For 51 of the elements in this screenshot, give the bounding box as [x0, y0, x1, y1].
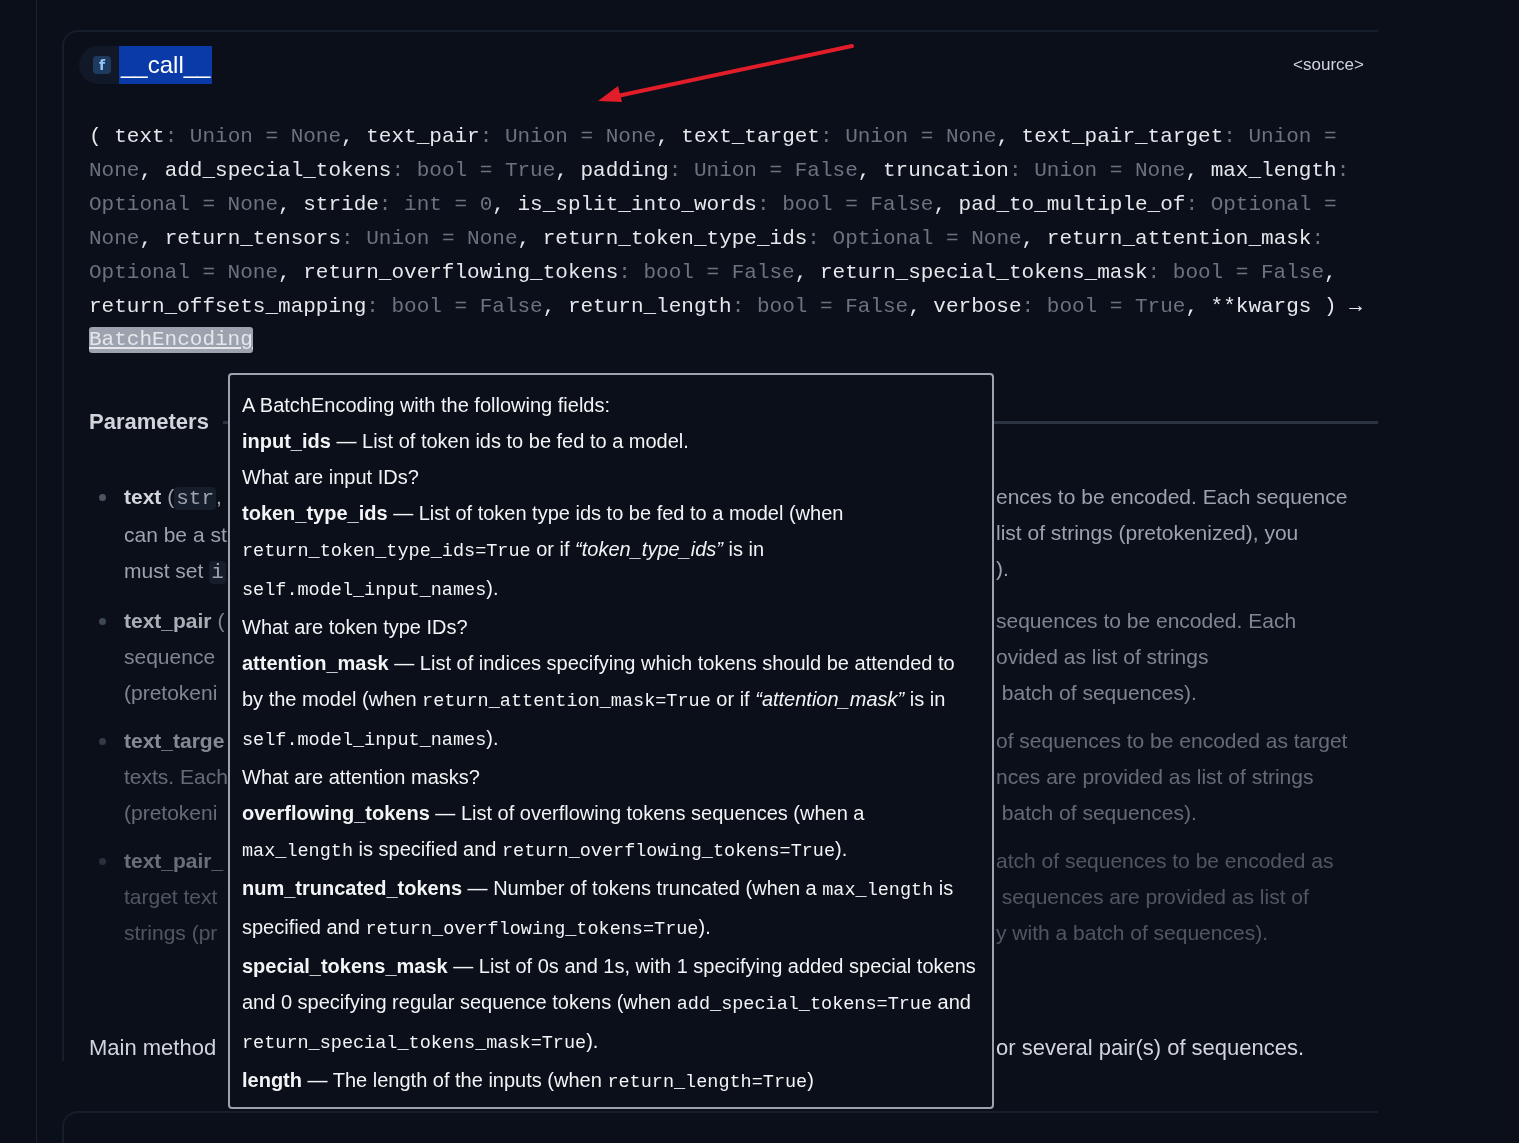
- parameter-text: text_targe: [124, 728, 226, 754]
- description-text: or several pair(s) of sequences.: [996, 1035, 1306, 1061]
- parameter-text: text_pair (: [124, 608, 226, 634]
- field-description: special_tokens_mask — List of 0s and 1s, with 1 specifying added special tokens and 0 specifying regular sequence tokens (when add_special_tokens=True and return_special_tokens_mask=True).: [242, 954, 977, 1056]
- parameter-text: batch of sequences).: [1000, 680, 1198, 706]
- parameter-text: ences to be encoded. Each sequence: [996, 484, 1349, 510]
- code-line: Optional = None, return_overflowing_tokens: bool = False, return_special_tokens_mask: bool = False,: [89, 260, 1337, 286]
- bullet-icon: [99, 494, 106, 501]
- section-heading: Parameters: [89, 409, 209, 435]
- description-text: Main method: [89, 1035, 218, 1061]
- field-description: attention_mask — List of indices specifying which tokens should be attended to by the model (when return_attention_mask=True or if “attention_mask” is in self.model_input_names).: [242, 651, 956, 753]
- code-line: None, return_tensors: Union = None, return_token_type_ids: Optional = None, return_attention_mask:: [89, 226, 1325, 252]
- parameter-text: (pretokeni: [124, 800, 219, 826]
- field-description: input_ids — List of token ids to be fed to a model.: [242, 429, 689, 454]
- parameter-text: y with a batch of sequences).: [996, 920, 1269, 946]
- parameter-text: text (str,: [124, 484, 223, 512]
- parameter-text: sequence: [124, 644, 217, 670]
- parameter-text: nces are provided as list of strings: [996, 764, 1315, 790]
- code-line: ( text: Union = None, text_pair: Union = None, text_target: Union = None, text_pair_target: Union =: [89, 124, 1337, 150]
- parameter-text: of sequences to be encoded as target: [996, 728, 1349, 754]
- field-description: num_truncated_tokens — Number of tokens truncated (when a max_length is specified and return_overflowing_tokens=True).: [242, 876, 955, 942]
- help-link[interactable]: What are token type IDs?: [242, 609, 468, 645]
- function-icon: f: [93, 56, 111, 74]
- code-line: Optional = None, stride: int = 0, is_split_into_words: bool = False, pad_to_multiple_of: Optional =: [89, 192, 1337, 218]
- tooltip-text: A BatchEncoding with the following fields:: [242, 393, 610, 418]
- parameter-text: list of strings (pretokenized), you: [996, 520, 1300, 546]
- help-link[interactable]: What are attention masks?: [242, 759, 480, 795]
- parameter-text: can be a st: [124, 522, 228, 548]
- parameter-text: target text: [124, 884, 219, 910]
- parameter-text: batch of sequences).: [1000, 800, 1198, 826]
- parameter-text: must set i: [124, 558, 227, 586]
- parameter-text: texts. Each: [124, 764, 228, 790]
- parameter-text: text_pair_: [124, 848, 225, 874]
- bullet-icon: [99, 738, 106, 745]
- field-description: length — The length of the inputs (when return_length=True): [242, 1068, 814, 1095]
- function-name: __call__: [119, 46, 213, 84]
- bullet-icon: [99, 618, 106, 625]
- field-description: token_type_ids — List of token type ids to be fed to a model (when return_token_type_ids=True or if “token_type_ids” is in self.model_input_names).: [242, 501, 845, 603]
- parameter-text: sequences are provided as list of: [1000, 884, 1310, 910]
- parameter-text: atch of sequences to be encoded as: [996, 848, 1335, 874]
- source-link[interactable]: <source>: [1293, 55, 1364, 75]
- help-link[interactable]: What are input IDs?: [242, 459, 419, 495]
- parameter-text: sequences to be encoded. Each: [996, 608, 1298, 634]
- field-description: overflowing_tokens — List of overflowing tokens sequences (when a max_length is specified and return_overflowing_tokens=True).: [242, 801, 866, 864]
- code-line: None, add_special_tokens: bool = True, padding: Union = False, truncation: Union = None, max_length:: [89, 158, 1350, 184]
- code-line: return_offsets_mapping: bool = False, return_length: bool = False, verbose: bool = True, **kwargs ) →: [89, 294, 1362, 320]
- parameter-text: ovided as list of strings: [996, 644, 1210, 670]
- bullet-icon: [99, 858, 106, 865]
- parameter-text: strings (pr: [124, 920, 219, 946]
- parameter-text: (pretokeni: [124, 680, 219, 706]
- parameter-text: ).: [996, 556, 1010, 582]
